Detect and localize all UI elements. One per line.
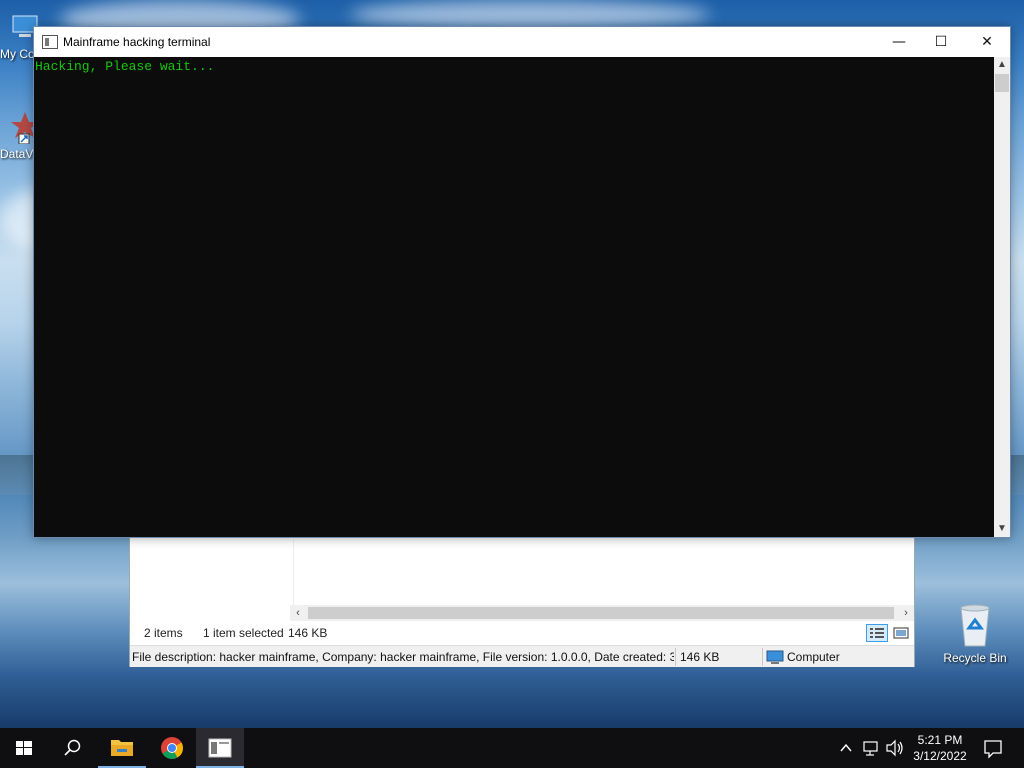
terminal-window[interactable]: Mainframe hacking terminal — ☐ ✕ Hacking… [33,26,1011,538]
selection-count: 1 item selected [203,626,284,640]
taskbar-chrome[interactable] [148,728,196,768]
status-bar: 2 items 1 item selected 146 KB [130,622,914,644]
taskbar: 5:21 PM 3/12/2022 [0,728,1024,768]
console-output-area[interactable]: Hacking, Please wait... [34,57,994,537]
console-output-line: Hacking, Please wait... [35,59,215,74]
large-icons-view-icon [893,627,909,639]
minimize-button[interactable]: — [876,27,922,57]
network-icon[interactable] [860,728,880,768]
details-view-button[interactable] [866,624,888,642]
separator [675,648,676,666]
selection-size: 146 KB [288,626,328,640]
taskbar-clock[interactable]: 5:21 PM 3/12/2022 [908,732,972,764]
scrollbar-thumb[interactable] [308,607,894,619]
taskbar-terminal[interactable] [196,728,244,768]
vertical-scrollbar[interactable]: ▲ ▼ [994,57,1010,537]
volume-icon[interactable] [884,728,906,768]
scroll-left-icon[interactable]: ‹ [290,605,306,621]
chrome-icon [161,737,183,759]
clock-time: 5:21 PM [917,733,963,747]
notifications-icon[interactable] [978,728,1008,768]
console-app-icon [42,35,58,49]
desktop-icon-recycle-bin[interactable]: Recycle Bin [940,600,1010,665]
scroll-down-icon[interactable]: ▼ [994,521,1010,537]
details-bar: File description: hacker mainframe, Comp… [130,645,914,667]
close-button[interactable]: ✕ [964,27,1010,57]
location-label: Computer [787,650,840,664]
details-view-icon [870,628,884,638]
column-divider [293,539,294,605]
separator [762,648,763,666]
horizontal-scrollbar[interactable]: ‹ › [290,605,914,621]
maximize-button[interactable]: ☐ [918,27,964,57]
search-button[interactable] [48,728,96,768]
scroll-right-icon[interactable]: › [898,605,914,621]
folder-icon [111,740,133,756]
search-icon [64,739,81,756]
recycle-bin-icon [960,604,990,647]
file-details: File description: hacker mainframe, Comp… [132,650,674,664]
computer-icon [766,650,784,664]
clock-date: 3/12/2022 [913,749,967,763]
scrollbar-thumb[interactable] [995,74,1009,92]
window-title: Mainframe hacking terminal [63,35,211,49]
chevron-up-icon[interactable] [836,728,856,768]
file-size: 146 KB [680,650,720,664]
taskbar-file-explorer[interactable] [98,728,146,768]
windows-icon [16,741,32,755]
title-bar[interactable]: Mainframe hacking terminal — ☐ ✕ [34,27,1010,57]
large-icons-view-button[interactable] [890,624,912,642]
system-tray [834,728,914,768]
item-count: 2 items [144,626,183,640]
desktop-icon-label: Recycle Bin [943,651,1007,665]
console-app-icon [208,738,232,758]
start-button[interactable] [0,728,48,768]
scroll-up-icon[interactable]: ▲ [994,57,1010,73]
file-explorer-window[interactable]: ‹ › 2 items 1 item selected 146 KB File … [129,520,915,667]
